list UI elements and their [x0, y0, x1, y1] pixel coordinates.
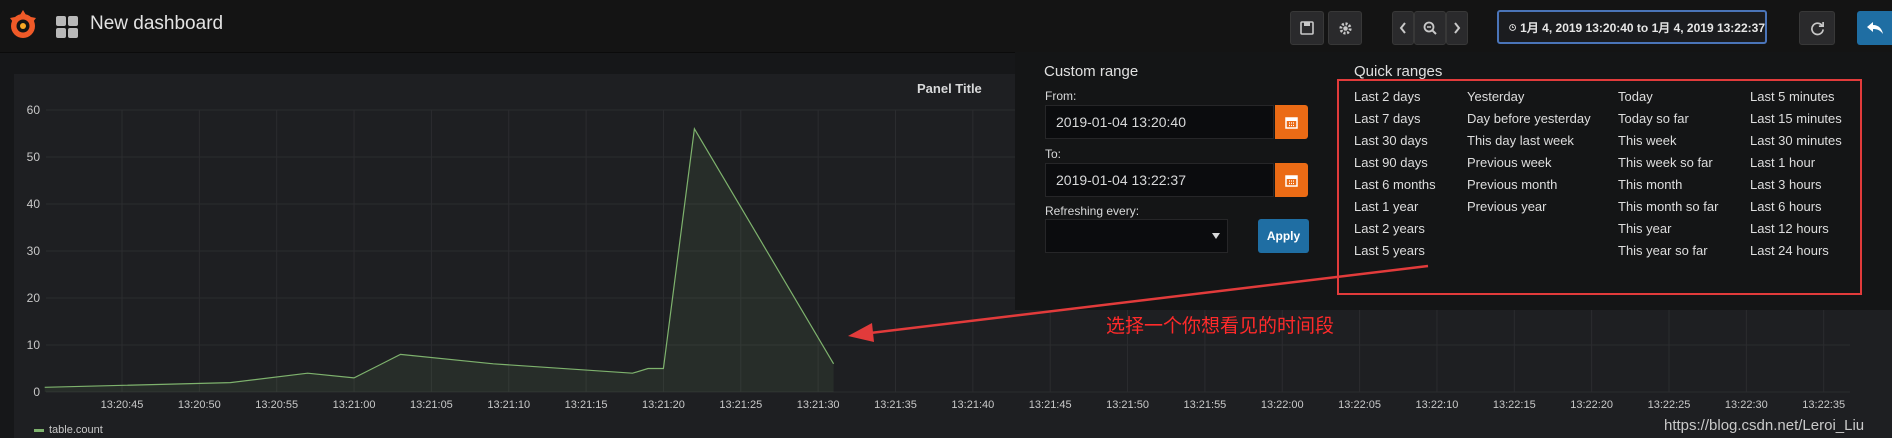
annotation-arrow: [848, 264, 1429, 342]
watermark-text: https://blog.csdn.net/Leroi_Liu: [1664, 417, 1865, 434]
annotation-note: 选择一个你想看见的时间段: [1106, 315, 1335, 337]
